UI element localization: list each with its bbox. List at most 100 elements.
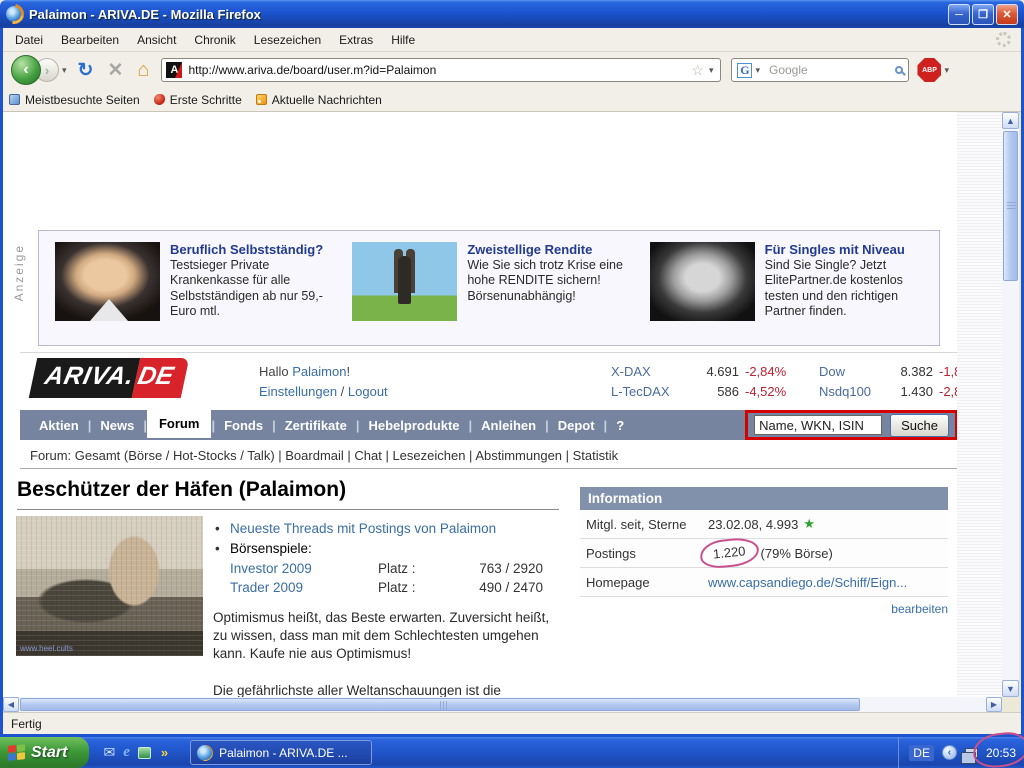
wkn-search-input[interactable] xyxy=(754,415,882,435)
mail-icon[interactable]: ✉ xyxy=(103,744,115,761)
quote-search: Suche xyxy=(745,410,958,440)
ticker-name[interactable]: X-DAX xyxy=(611,362,687,382)
reload-button[interactable]: ↻ xyxy=(78,59,94,82)
bookmark-aktuelle-nachrichten[interactable]: Aktuelle Nachrichten xyxy=(256,93,382,107)
page-title: Beschützer der Häfen (Palaimon) xyxy=(17,478,346,502)
menu-bearbeiten[interactable]: Bearbeiten xyxy=(53,30,127,50)
nav-forum-active[interactable]: Forum xyxy=(147,408,211,438)
horizontal-scrollbar[interactable]: ◀ ▶ xyxy=(3,697,1002,712)
username-link[interactable]: Palaimon xyxy=(292,364,346,379)
menu-ansicht[interactable]: Ansicht xyxy=(129,30,184,50)
homepage-link[interactable]: www.capsandiego.de/Schiff/Eign... xyxy=(708,575,907,590)
bookmark-erste-schritte[interactable]: Erste Schritte xyxy=(154,93,242,107)
nav-fonds[interactable]: Fonds xyxy=(215,413,272,438)
menu-hilfe[interactable]: Hilfe xyxy=(383,30,423,50)
ad-photo-woman xyxy=(650,242,755,321)
maximize-button[interactable]: ❐ xyxy=(972,4,994,25)
ad-title[interactable]: Zweistellige Rendite xyxy=(467,242,637,257)
ad-title[interactable]: Beruflich Selbstständig? xyxy=(170,242,340,257)
language-indicator[interactable]: DE xyxy=(909,745,934,761)
ad-body: Sind Sie Single? Jetzt ElitePartner.de k… xyxy=(765,258,935,319)
start-button[interactable]: Start xyxy=(0,737,89,768)
ad-photo-father-child xyxy=(352,242,457,321)
game-row: Investor 2009 Platz : 763 / 2920 xyxy=(213,560,558,579)
ad-elitepartner[interactable]: Für Singles mit Niveau Sind Sie Single? … xyxy=(638,240,935,336)
subnav-links[interactable]: Forum: Gesamt (Börse / Hot-Stocks / Talk… xyxy=(30,448,618,463)
einstellungen-link[interactable]: Einstellungen xyxy=(259,384,337,399)
nav-hebelprodukte[interactable]: Hebelprodukte xyxy=(360,413,469,438)
bearbeiten-link[interactable]: bearbeiten xyxy=(891,602,948,616)
logo-text-black: ARIVA. xyxy=(29,358,140,398)
search-placeholder[interactable]: Google xyxy=(769,63,895,77)
scroll-up-button[interactable]: ▲ xyxy=(1002,112,1019,129)
ticker-name[interactable]: L-TecDAX xyxy=(611,382,687,402)
ariva-logo[interactable]: ARIVA. DE xyxy=(29,358,190,398)
show-desktop-icon[interactable] xyxy=(138,747,151,759)
window-titlebar[interactable]: Palaimon - ARIVA.DE - Mozilla Firefox ─ … xyxy=(0,0,1024,28)
ad-title[interactable]: Für Singles mit Niveau xyxy=(765,242,935,257)
status-bar: Fertig xyxy=(3,712,1021,734)
profile-quotes: Optimismus heißt, das Beste erwarten. Zu… xyxy=(213,609,561,697)
info-row-postings: Postings 1.220 (79% Börse) xyxy=(580,539,948,568)
url-text[interactable]: http://www.ariva.de/board/user.m?id=Pala… xyxy=(188,63,689,77)
adblock-dropdown-icon[interactable]: ▾ xyxy=(944,65,949,76)
minimize-button[interactable]: ─ xyxy=(948,4,970,25)
neueste-threads-link[interactable]: Neueste Threads mit Postings von Palaimo… xyxy=(230,521,496,536)
ticker-name[interactable]: Dow xyxy=(819,362,887,382)
menu-chronik[interactable]: Chronik xyxy=(186,30,243,50)
trader-2009-link[interactable]: Trader 2009 xyxy=(230,579,378,598)
ticker-name[interactable]: Nsdq100 xyxy=(819,382,887,402)
ad-body: Testsieger Private Krankenkasse für alle… xyxy=(170,258,340,319)
scroll-left-button[interactable]: ◀ xyxy=(3,697,19,712)
horizontal-scroll-thumb[interactable] xyxy=(20,698,860,711)
anzeige-label-left: Anzeige xyxy=(12,244,26,301)
nav-anleihen[interactable]: Anleihen xyxy=(472,413,545,438)
history-dropdown-icon[interactable]: ▾ xyxy=(62,65,67,76)
status-text: Fertig xyxy=(11,717,42,731)
nav-depot[interactable]: Depot xyxy=(549,413,604,438)
scroll-right-button[interactable]: ▶ xyxy=(986,697,1002,712)
url-bar[interactable]: A http://www.ariva.de/board/user.m?id=Pa… xyxy=(161,58,721,82)
menu-datei[interactable]: Datei xyxy=(7,30,51,50)
ticker-value: 8.382 xyxy=(887,362,933,382)
close-button[interactable]: ✕ xyxy=(996,4,1018,25)
logout-link[interactable]: Logout xyxy=(348,384,388,399)
ad-rendite[interactable]: Zweistellige Rendite Wie Sie sich trotz … xyxy=(340,240,637,336)
nav-help[interactable]: ? xyxy=(607,413,633,438)
bookmark-star-icon[interactable]: ☆ xyxy=(691,62,704,79)
search-box[interactable]: G ▾ Google xyxy=(731,58,909,82)
scroll-down-button[interactable]: ▼ xyxy=(1002,680,1019,697)
vertical-scrollbar[interactable]: ▲ ▼ xyxy=(1002,112,1019,697)
user-greeting: Hallo Palaimon! Einstellungen / Logout xyxy=(259,362,388,401)
adblock-icon[interactable]: ABP xyxy=(917,58,941,82)
search-magnifier-icon[interactable] xyxy=(895,66,903,74)
investor-2009-link[interactable]: Investor 2009 xyxy=(230,560,378,579)
quicklaunch-overflow-icon[interactable]: » xyxy=(161,745,168,760)
stop-button[interactable]: ✕ xyxy=(107,59,123,82)
nav-zertifikate[interactable]: Zertifikate xyxy=(276,413,356,438)
bookmark-meistbesuchte[interactable]: Meistbesuchte Seiten xyxy=(9,93,140,107)
firefox-task-button[interactable]: Palaimon - ARIVA.DE ... xyxy=(190,740,372,765)
nav-news[interactable]: News xyxy=(91,413,143,438)
vertical-scroll-thumb[interactable] xyxy=(1003,131,1018,281)
ticker-change: -2,84% xyxy=(745,362,805,382)
throbber-icon xyxy=(996,32,1011,47)
ad-krankenkasse[interactable]: Beruflich Selbstständig? Testsieger Priv… xyxy=(43,240,340,336)
quote-kostolany-1: Optimismus heißt, das Beste erwarten. Zu… xyxy=(213,609,561,663)
menu-lesezeichen[interactable]: Lesezeichen xyxy=(246,30,329,50)
engine-dropdown-icon[interactable]: ▾ xyxy=(755,65,760,76)
internet-explorer-icon[interactable]: e xyxy=(123,744,130,761)
back-button[interactable]: ‹ xyxy=(11,55,41,85)
info-label: Homepage xyxy=(580,575,708,590)
boersenspiele-label: Börsenspiele: xyxy=(230,541,312,556)
hide-tray-icons-icon[interactable]: ‹ xyxy=(942,745,957,760)
suche-button[interactable]: Suche xyxy=(890,414,949,437)
desktop: Palaimon - ARIVA.DE - Mozilla Firefox ─ … xyxy=(0,0,1024,768)
home-button[interactable]: ⌂ xyxy=(137,59,149,82)
index-ticker: X-DAX 4.691 -2,84% Dow 8.382 -1,85% L-Te… xyxy=(611,362,999,402)
google-engine-icon[interactable]: G xyxy=(737,63,752,78)
menu-extras[interactable]: Extras xyxy=(331,30,381,50)
nav-aktien[interactable]: Aktien xyxy=(30,413,88,438)
urlbar-dropdown-icon[interactable]: ▾ xyxy=(709,65,714,76)
greeting-suffix: ! xyxy=(346,364,350,379)
